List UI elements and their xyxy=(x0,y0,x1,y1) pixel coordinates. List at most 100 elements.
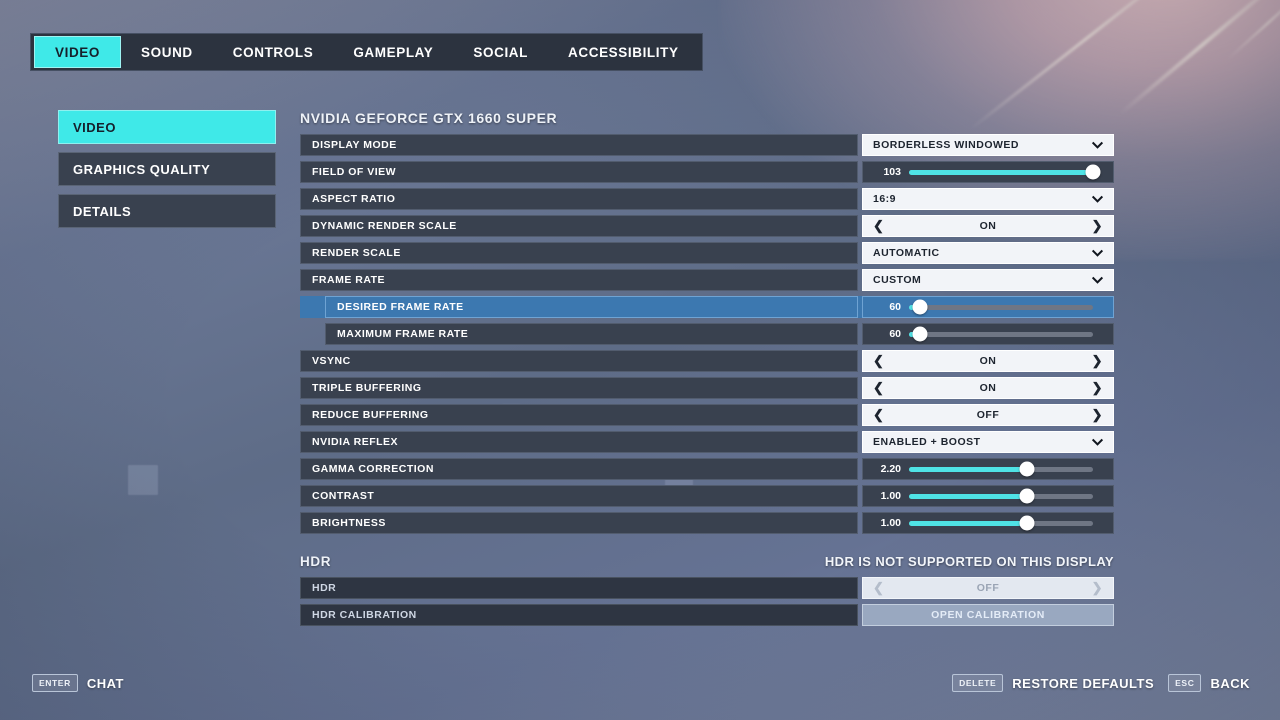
stepper-value: ON xyxy=(979,220,997,232)
settings-panel: NVIDIA GEFORCE GTX 1660 SUPER DISPLAY MO… xyxy=(300,110,1114,631)
setting-label: REDUCE BUFFERING xyxy=(300,404,858,426)
slider-maximum-frame-rate[interactable]: 60 xyxy=(862,323,1114,345)
setting-row-field-of-view[interactable]: FIELD OF VIEW 103 xyxy=(300,161,1114,183)
key-badge: ENTER xyxy=(32,674,78,692)
slider-track[interactable] xyxy=(909,164,1101,180)
slider-desired-frame-rate[interactable]: 60 xyxy=(862,296,1114,318)
setting-row-dynamic-render-scale[interactable]: DYNAMIC RENDER SCALE ❮ ON ❯ xyxy=(300,215,1114,237)
setting-row-brightness[interactable]: BRIGHTNESS 1.00 xyxy=(300,512,1114,534)
setting-row-render-scale[interactable]: RENDER SCALE AUTOMATIC xyxy=(300,242,1114,264)
slider-track[interactable] xyxy=(909,488,1093,504)
slider-value: 1.00 xyxy=(880,490,901,502)
chevron-left-icon[interactable]: ❮ xyxy=(873,218,884,234)
stepper-value: ON xyxy=(979,355,997,367)
hint-label: CHAT xyxy=(86,675,124,691)
button-hdr-calibration[interactable]: OPEN CALIBRATION xyxy=(862,604,1114,626)
chevron-left-icon[interactable]: ❮ xyxy=(873,353,884,369)
chevron-right-icon[interactable]: ❯ xyxy=(1092,407,1103,423)
slider-brightness[interactable]: 1.00 xyxy=(862,512,1114,534)
setting-label: GAMMA CORRECTION xyxy=(300,458,858,480)
setting-label: VSYNC xyxy=(300,350,858,372)
chevron-right-icon[interactable]: ❯ xyxy=(1092,580,1103,596)
tab-accessibility[interactable]: ACCESSIBILITY xyxy=(548,37,699,67)
hdr-title: HDR xyxy=(300,554,332,569)
sidebar-item-video[interactable]: VIDEO xyxy=(58,110,276,144)
setting-label: ASPECT RATIO xyxy=(300,188,858,210)
hint-chat[interactable]: ENTER CHAT xyxy=(32,674,124,692)
stepper-hdr[interactable]: ❮ OFF ❯ xyxy=(862,577,1114,599)
setting-row-gamma-correction[interactable]: GAMMA CORRECTION 2.20 xyxy=(300,458,1114,480)
setting-label: RENDER SCALE xyxy=(300,242,858,264)
dropdown-value: AUTOMATIC xyxy=(873,247,940,259)
setting-label: CONTRAST xyxy=(300,485,858,507)
chevron-down-icon xyxy=(1092,141,1103,149)
setting-row-hdr-calibration[interactable]: HDR CALIBRATION OPEN CALIBRATION xyxy=(300,604,1114,626)
dropdown-value: BORDERLESS WINDOWED xyxy=(873,139,1019,151)
setting-row-frame-rate[interactable]: FRAME RATE CUSTOM xyxy=(300,269,1114,291)
tab-video[interactable]: VIDEO xyxy=(34,36,122,68)
settings-row-list: DISPLAY MODE BORDERLESS WINDOWED FIELD OF … xyxy=(300,134,1114,534)
chevron-right-icon[interactable]: ❯ xyxy=(1092,380,1103,396)
setting-row-vsync[interactable]: VSYNC ❮ ON ❯ xyxy=(300,350,1114,372)
stepper-vsync[interactable]: ❮ ON ❯ xyxy=(862,350,1114,372)
chevron-left-icon[interactable]: ❮ xyxy=(873,407,884,423)
slider-knob[interactable] xyxy=(1019,461,1035,477)
slider-gamma-correction[interactable]: 2.20 xyxy=(862,458,1114,480)
stepper-value: ON xyxy=(979,382,997,394)
dropdown-render-scale[interactable]: AUTOMATIC xyxy=(862,242,1114,264)
sidebar-item-details[interactable]: DETAILS xyxy=(58,194,276,228)
slider-track[interactable] xyxy=(909,326,1093,342)
chevron-left-icon[interactable]: ❮ xyxy=(873,380,884,396)
slider-knob[interactable] xyxy=(1085,164,1101,180)
hint-back[interactable]: ESC BACK xyxy=(1168,674,1250,692)
sidebar-item-graphics-quality[interactable]: GRAPHICS QUALITY xyxy=(58,152,276,186)
key-badge: ESC xyxy=(1168,674,1202,692)
hint-restore-defaults[interactable]: DELETE RESTORE DEFAULTS xyxy=(952,674,1154,692)
hdr-section-header: HDR HDR IS NOT SUPPORTED ON THIS DISPLAY xyxy=(300,554,1114,569)
setting-row-aspect-ratio[interactable]: ASPECT RATIO 16:9 xyxy=(300,188,1114,210)
dropdown-nvidia-reflex[interactable]: ENABLED + BOOST xyxy=(862,431,1114,453)
dropdown-display-mode[interactable]: BORDERLESS WINDOWED xyxy=(862,134,1114,156)
slider-track[interactable] xyxy=(909,461,1093,477)
tab-controls[interactable]: CONTROLS xyxy=(213,37,334,67)
dropdown-value: 16:9 xyxy=(873,193,897,205)
tab-sound[interactable]: SOUND xyxy=(121,37,213,67)
stepper-triple-buffering[interactable]: ❮ ON ❯ xyxy=(862,377,1114,399)
chevron-right-icon[interactable]: ❯ xyxy=(1092,218,1103,234)
setting-row-triple-buffering[interactable]: TRIPLE BUFFERING ❮ ON ❯ xyxy=(300,377,1114,399)
slider-knob[interactable] xyxy=(912,299,928,315)
stepper-dynamic-render-scale[interactable]: ❮ ON ❯ xyxy=(862,215,1114,237)
setting-row-reduce-buffering[interactable]: REDUCE BUFFERING ❮ OFF ❯ xyxy=(300,404,1114,426)
chevron-down-icon xyxy=(1092,438,1103,446)
chevron-left-icon[interactable]: ❮ xyxy=(873,580,884,596)
setting-label: FRAME RATE xyxy=(300,269,858,291)
chevron-right-icon[interactable]: ❯ xyxy=(1092,353,1103,369)
setting-label: HDR xyxy=(300,577,858,599)
setting-label: MAXIMUM FRAME RATE xyxy=(325,323,858,345)
setting-row-desired-frame-rate[interactable]: DESIRED FRAME RATE 60 xyxy=(300,296,1114,318)
slider-knob[interactable] xyxy=(1019,515,1035,531)
stepper-reduce-buffering[interactable]: ❮ OFF ❯ xyxy=(862,404,1114,426)
dropdown-aspect-ratio[interactable]: 16:9 xyxy=(862,188,1114,210)
setting-row-display-mode[interactable]: DISPLAY MODE BORDERLESS WINDOWED xyxy=(300,134,1114,156)
slider-knob[interactable] xyxy=(1019,488,1035,504)
setting-label: DESIRED FRAME RATE xyxy=(325,296,858,318)
slider-track[interactable] xyxy=(909,299,1093,315)
slider-track[interactable] xyxy=(909,515,1093,531)
setting-row-nvidia-reflex[interactable]: NVIDIA REFLEX ENABLED + BOOST xyxy=(300,431,1114,453)
setting-label: DYNAMIC RENDER SCALE xyxy=(300,215,858,237)
setting-label: DISPLAY MODE xyxy=(300,134,858,156)
stepper-value: OFF xyxy=(976,582,1000,594)
dropdown-frame-rate[interactable]: CUSTOM xyxy=(862,269,1114,291)
footer-right-hints: DELETE RESTORE DEFAULTS ESC BACK xyxy=(952,674,1250,692)
hdr-support-note: HDR IS NOT SUPPORTED ON THIS DISPLAY xyxy=(824,554,1114,569)
tab-gameplay[interactable]: GAMEPLAY xyxy=(333,37,453,67)
setting-row-maximum-frame-rate[interactable]: MAXIMUM FRAME RATE 60 xyxy=(300,323,1114,345)
slider-field-of-view[interactable]: 103 xyxy=(862,161,1114,183)
setting-row-hdr[interactable]: HDR ❮ OFF ❯ xyxy=(300,577,1114,599)
gpu-title: NVIDIA GEFORCE GTX 1660 SUPER xyxy=(300,110,558,126)
slider-knob[interactable] xyxy=(912,326,928,342)
tab-social[interactable]: SOCIAL xyxy=(453,37,548,67)
setting-row-contrast[interactable]: CONTRAST 1.00 xyxy=(300,485,1114,507)
slider-contrast[interactable]: 1.00 xyxy=(862,485,1114,507)
